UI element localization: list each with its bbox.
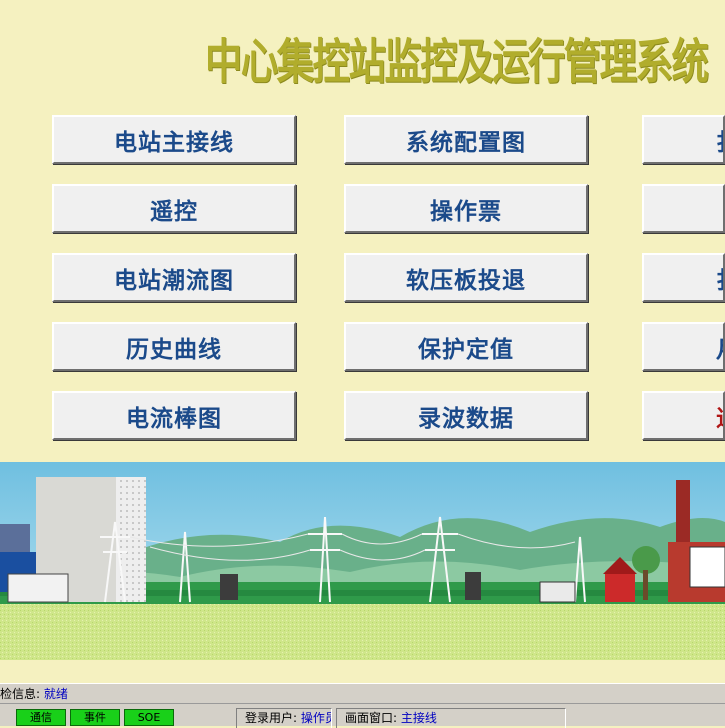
menu-button-col3-2[interactable] — [642, 184, 725, 233]
event-indicator[interactable]: 事件 — [70, 709, 120, 726]
menu-button-col3-5-label: 退 — [716, 399, 723, 433]
operation-ticket-button[interactable]: 操作票 — [344, 184, 588, 233]
soe-indicator[interactable]: SOE — [124, 709, 174, 726]
check-info-label: 检信息: — [0, 687, 41, 701]
menu-button-col3-3-label: 扌 — [716, 261, 723, 295]
menu-button-col3-1-label: 扌 — [716, 123, 723, 157]
status-bar: 通信 事件 SOE 登录用户: 操作员 画面窗口: 主接线 — [0, 703, 725, 728]
menu-button-col3-4[interactable]: 月 — [642, 322, 725, 371]
menu-button-col3-1[interactable]: 扌 — [642, 115, 725, 164]
protection-setting-button[interactable]: 保护定值 — [344, 322, 588, 371]
comm-indicator[interactable]: 通信 — [16, 709, 66, 726]
power-flow-button[interactable]: 电站潮流图 — [52, 253, 296, 302]
landscape-illustration — [0, 462, 725, 660]
login-user-panel: 登录用户: 操作员 — [236, 708, 332, 728]
app-title: 中心集控站监控及运行管理系统 — [205, 34, 709, 90]
check-info-value: 就绪 — [43, 687, 68, 701]
status-line: 检信息: 就绪 — [0, 683, 725, 704]
login-user-label: 登录用户: — [245, 711, 298, 725]
menu-button-col3-4-label: 月 — [716, 330, 723, 364]
menu-button-col3-3[interactable]: 扌 — [642, 253, 725, 302]
menu-button-col3-5[interactable]: 退 — [642, 391, 725, 440]
soft-plate-button[interactable]: 软压板投退 — [344, 253, 588, 302]
current-bar-chart-button[interactable]: 电流棒图 — [52, 391, 296, 440]
wave-record-button[interactable]: 录波数据 — [344, 391, 588, 440]
system-config-button[interactable]: 系统配置图 — [344, 115, 588, 164]
window-label: 画面窗口: — [345, 711, 398, 725]
remote-control-button[interactable]: 遥控 — [52, 184, 296, 233]
history-curve-button[interactable]: 历史曲线 — [52, 322, 296, 371]
window-panel: 画面窗口: 主接线 — [336, 708, 566, 728]
login-user-value: 操作员 — [300, 711, 331, 725]
main-wiring-button[interactable]: 电站主接线 — [52, 115, 296, 164]
landscape-banner — [0, 462, 725, 660]
window-value: 主接线 — [400, 711, 437, 725]
